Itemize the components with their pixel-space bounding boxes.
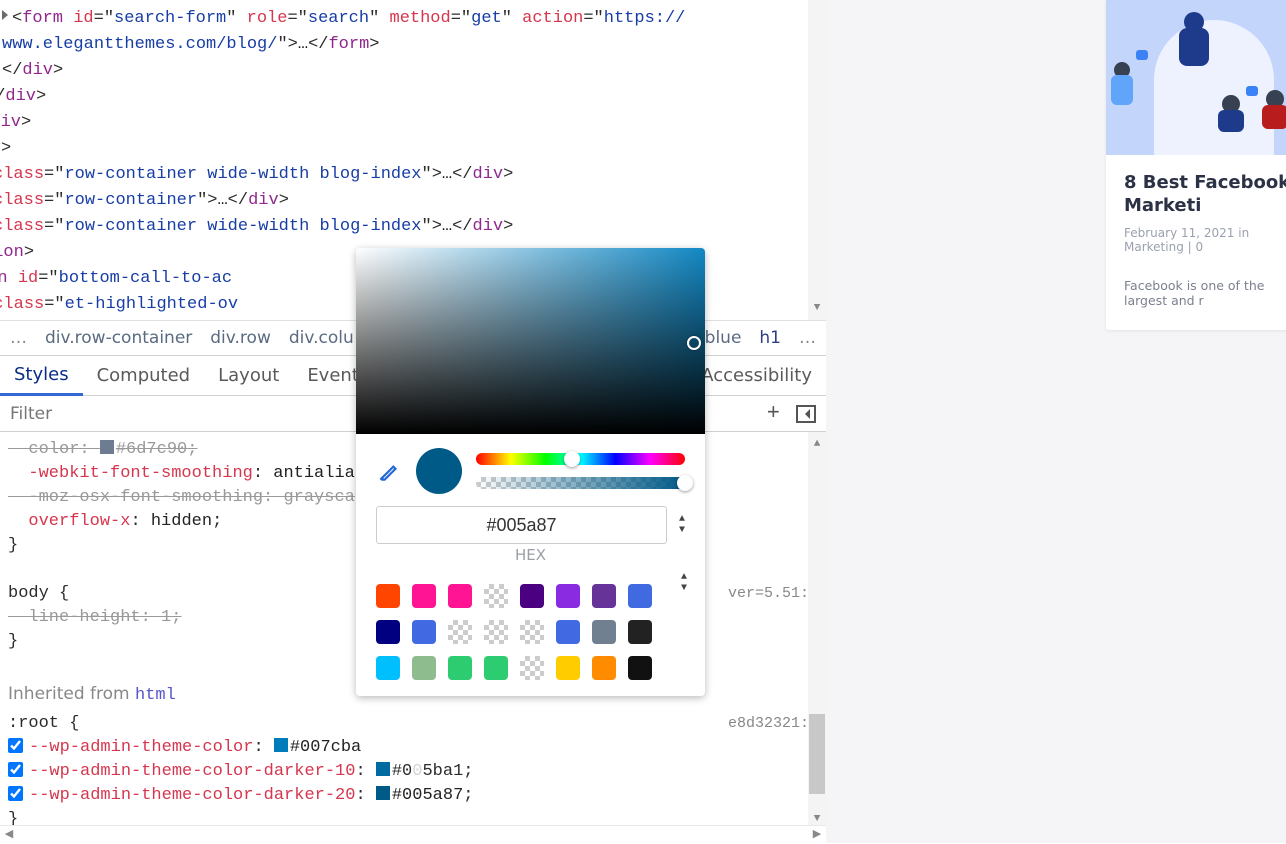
saturation-thumb[interactable]	[687, 336, 701, 350]
palette-swatch[interactable]	[484, 620, 508, 644]
toggle-property-checkbox[interactable]	[8, 762, 23, 777]
palette-swatch[interactable]	[412, 656, 436, 680]
breadcrumb-item[interactable]: h1	[759, 328, 781, 348]
palette-swatch[interactable]	[448, 620, 472, 644]
color-swatch-icon[interactable]	[376, 762, 390, 776]
dom-line[interactable]: </div>	[0, 58, 826, 84]
card-meta: February 11, 2021 in Marketing | 0	[1124, 226, 1286, 254]
palette-swatch[interactable]	[484, 656, 508, 680]
palette-swatch[interactable]	[628, 620, 652, 644]
css-declaration[interactable]: --wp-admin-theme-color-darker-20: #005a8…	[8, 784, 818, 808]
tab-computed[interactable]: Computed	[83, 357, 205, 394]
color-picker[interactable]: ▲▼ HEX ▲▼	[356, 248, 705, 696]
color-swatch-icon[interactable]	[376, 786, 390, 800]
breadcrumb-item[interactable]: div.row	[210, 328, 271, 348]
vertical-scrollbar[interactable]: ▼	[808, 0, 826, 320]
palette-swatch[interactable]	[412, 620, 436, 644]
hue-thumb[interactable]	[564, 451, 580, 467]
new-style-rule-icon[interactable]: +	[767, 401, 780, 426]
palette-swatch[interactable]	[484, 584, 508, 608]
horizontal-scrollbar[interactable]: ◀ ▶	[0, 825, 826, 843]
saturation-field[interactable]	[356, 248, 705, 434]
palette-swatch[interactable]	[556, 584, 580, 608]
source-link[interactable]: e8d32321:1	[728, 712, 818, 736]
dom-line[interactable]: </div>	[0, 110, 826, 136]
dom-line[interactable]: <div class="row-container wide-width blo…	[0, 214, 826, 240]
dom-line[interactable]: <form id="search-form" role="search" met…	[0, 6, 826, 32]
breadcrumb-overflow[interactable]: …	[10, 328, 27, 348]
breadcrumb-item[interactable]: blue	[705, 328, 742, 348]
tab-styles[interactable]: Styles	[0, 356, 83, 396]
palette	[356, 574, 705, 696]
disclosure-triangle-icon[interactable]	[2, 10, 8, 20]
css-selector[interactable]: e8d32321:1:root {	[8, 712, 818, 736]
palette-swatch[interactable]	[556, 620, 580, 644]
palette-swatch[interactable]	[592, 620, 616, 644]
dom-line[interactable]: www.elegantthemes.com/blog/">…</form>	[0, 32, 826, 58]
page-preview: 8 Best Facebook Marketi February 11, 202…	[826, 0, 1286, 843]
palette-swatch[interactable]	[628, 656, 652, 680]
eyedropper-icon[interactable]	[376, 458, 402, 484]
breadcrumb-item[interactable]: div.colu	[289, 328, 354, 348]
tab-layout[interactable]: Layout	[204, 357, 293, 394]
dom-line[interactable]: <div class="row-container">…</div>	[0, 188, 826, 214]
css-brace: }	[8, 808, 818, 825]
breadcrumb-item[interactable]: div.row-container	[45, 328, 192, 348]
dom-line[interactable]: </div>	[0, 136, 826, 162]
alpha-thumb[interactable]	[677, 475, 693, 491]
card-title[interactable]: 8 Best Facebook Marketi	[1124, 171, 1286, 218]
palette-swatch[interactable]	[520, 620, 544, 644]
card-description: Facebook is one of the largest and r	[1124, 278, 1286, 308]
current-color-swatch	[416, 448, 462, 494]
alpha-slider[interactable]	[476, 477, 685, 489]
card-body: 8 Best Facebook Marketi February 11, 202…	[1106, 155, 1286, 330]
palette-swatch[interactable]	[592, 656, 616, 680]
hue-slider[interactable]	[476, 453, 685, 465]
palette-page-toggle[interactable]: ▲▼	[681, 572, 687, 594]
color-swatch-icon[interactable]	[274, 738, 288, 752]
palette-swatch[interactable]	[592, 584, 616, 608]
palette-swatch[interactable]	[448, 584, 472, 608]
dom-line[interactable]: <div class="row-container wide-width blo…	[0, 162, 826, 188]
hex-input[interactable]	[376, 506, 667, 544]
color-swatch-icon[interactable]	[100, 440, 114, 454]
source-link[interactable]: ver=5.51:1	[728, 582, 818, 606]
palette-swatch[interactable]	[556, 656, 580, 680]
palette-swatch[interactable]	[520, 656, 544, 680]
palette-swatch[interactable]	[376, 656, 400, 680]
breadcrumb-overflow[interactable]: …	[799, 328, 816, 348]
dom-line[interactable]: </div>	[0, 84, 826, 110]
blog-card[interactable]: 8 Best Facebook Marketi February 11, 202…	[1106, 0, 1286, 330]
css-declaration[interactable]: --wp-admin-theme-color: #007cba	[8, 736, 818, 760]
card-image	[1106, 0, 1286, 155]
hex-label: HEX	[356, 546, 705, 574]
css-declaration[interactable]: --wp-admin-theme-color-darker-10: #005ba…	[8, 760, 818, 784]
palette-swatch[interactable]	[628, 584, 652, 608]
toggle-panel-icon[interactable]	[796, 405, 816, 423]
palette-swatch[interactable]	[376, 584, 400, 608]
palette-swatch[interactable]	[520, 584, 544, 608]
format-toggle[interactable]: ▲▼	[679, 514, 685, 536]
vertical-scrollbar[interactable]: ▲ ▼	[808, 432, 826, 825]
tab-accessibility[interactable]: Accessibility	[687, 357, 826, 394]
toggle-property-checkbox[interactable]	[8, 738, 23, 753]
palette-swatch[interactable]	[448, 656, 472, 680]
palette-swatch[interactable]	[412, 584, 436, 608]
palette-swatch[interactable]	[376, 620, 400, 644]
toggle-property-checkbox[interactable]	[8, 786, 23, 801]
